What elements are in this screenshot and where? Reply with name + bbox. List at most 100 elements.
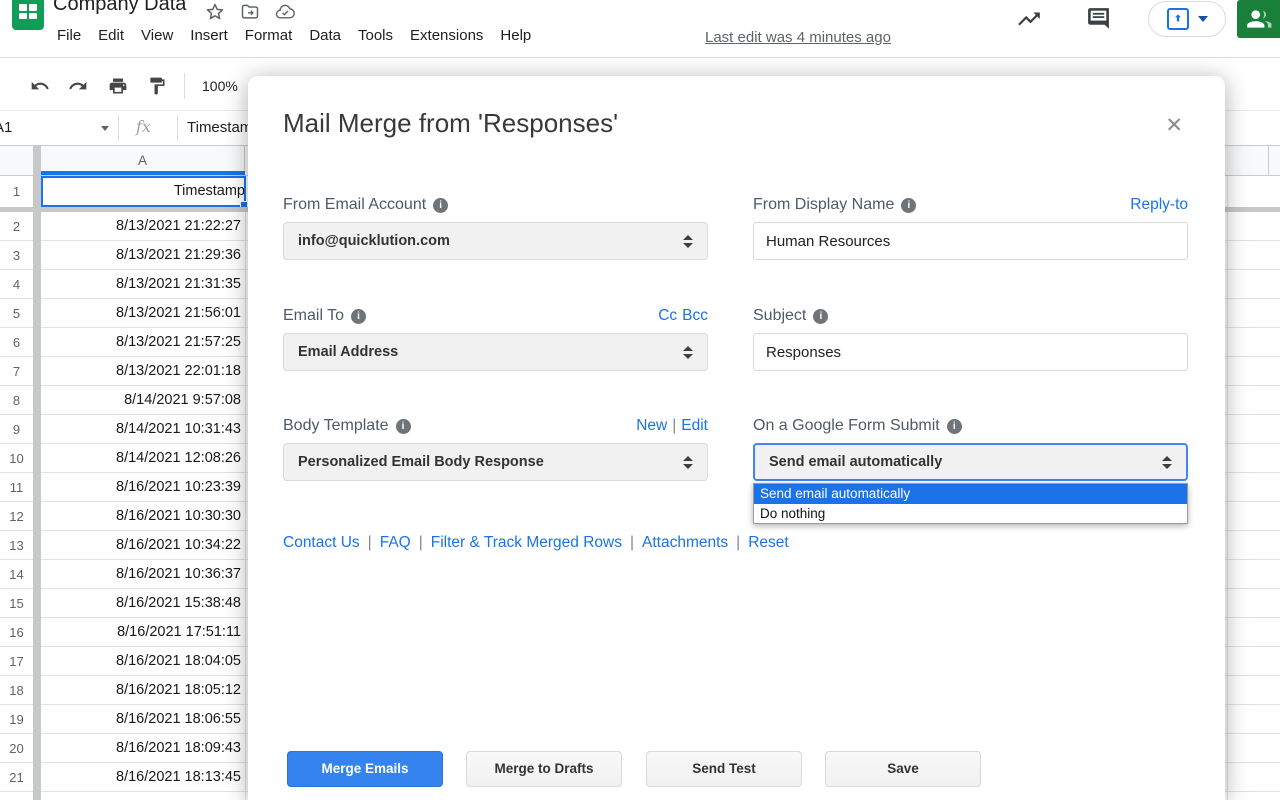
- timestamp-cell[interactable]: 8/14/2021 10:31:43: [41, 415, 241, 444]
- comment-icon[interactable]: [1086, 6, 1111, 31]
- send-test-button[interactable]: Send Test: [646, 751, 802, 787]
- dropdown-option-do-nothing[interactable]: Do nothing: [754, 504, 1187, 524]
- timestamp-cell[interactable]: 8/16/2021 15:38:48: [41, 589, 241, 618]
- merge-to-drafts-button[interactable]: Merge to Drafts: [466, 751, 622, 787]
- paint-format-icon[interactable]: [147, 76, 167, 96]
- row-number[interactable]: 11: [0, 473, 33, 501]
- people-icon: [1246, 6, 1272, 32]
- timestamp-cell[interactable]: 8/13/2021 21:31:35: [41, 270, 241, 299]
- select-all-corner[interactable]: [0, 146, 33, 176]
- row-number[interactable]: 6: [0, 328, 33, 356]
- info-icon[interactable]: i: [901, 198, 916, 213]
- row-number[interactable]: 9: [0, 415, 33, 443]
- name-box[interactable]: A1: [0, 119, 12, 136]
- menu-file[interactable]: File: [57, 27, 81, 44]
- name-box-caret-icon[interactable]: [101, 126, 109, 131]
- dialog-title: Mail Merge from 'Responses': [283, 108, 618, 139]
- timestamp-cell[interactable]: 8/13/2021 21:22:27: [41, 212, 241, 241]
- merge-emails-button[interactable]: Merge Emails: [287, 751, 443, 787]
- menu-extensions[interactable]: Extensions: [410, 27, 483, 44]
- row-number[interactable]: 5: [0, 299, 33, 327]
- timestamp-cell[interactable]: 8/13/2021 21:29:36: [41, 241, 241, 270]
- row-number[interactable]: 12: [0, 502, 33, 530]
- timestamp-cell[interactable]: 8/13/2021 21:56:01: [41, 299, 241, 328]
- row-number[interactable]: 18: [0, 676, 33, 704]
- row-number[interactable]: 10: [0, 444, 33, 472]
- timestamp-cell[interactable]: 8/13/2021 22:01:18: [41, 357, 241, 386]
- menu-insert[interactable]: Insert: [190, 27, 228, 44]
- subject-input[interactable]: [753, 333, 1188, 371]
- edit-template-link[interactable]: Edit: [681, 417, 708, 435]
- menu-help[interactable]: Help: [500, 27, 531, 44]
- timestamp-cell[interactable]: 8/14/2021 12:08:26: [41, 444, 241, 473]
- new-template-link[interactable]: New: [636, 417, 667, 435]
- row-number[interactable]: 16: [0, 618, 33, 646]
- share-button[interactable]: [1148, 1, 1226, 37]
- menu-format[interactable]: Format: [245, 27, 293, 44]
- row-number[interactable]: 17: [0, 647, 33, 675]
- timestamp-cell[interactable]: 8/16/2021 10:23:39: [41, 473, 241, 502]
- undo-icon[interactable]: [30, 76, 50, 96]
- row-number[interactable]: 19: [0, 705, 33, 733]
- timestamp-cell[interactable]: 8/16/2021 10:34:22: [41, 531, 241, 560]
- row-number[interactable]: 8: [0, 386, 33, 414]
- timestamp-cell[interactable]: 8/16/2021 10:30:30: [41, 502, 241, 531]
- row-number[interactable]: 3: [0, 241, 33, 269]
- document-title[interactable]: Company Data: [53, 0, 186, 16]
- info-icon[interactable]: i: [351, 309, 366, 324]
- print-icon[interactable]: [108, 76, 128, 96]
- email-to-select[interactable]: Email Address: [283, 333, 708, 371]
- dropdown-option-send-automatically[interactable]: Send email automatically: [754, 484, 1187, 504]
- bcc-link[interactable]: Bcc: [682, 307, 708, 325]
- timestamp-cell[interactable]: 8/16/2021 18:13:45: [41, 763, 241, 792]
- row-number[interactable]: 13: [0, 531, 33, 559]
- timestamp-cell[interactable]: 8/13/2021 21:57:25: [41, 328, 241, 357]
- move-folder-icon[interactable]: [240, 2, 260, 22]
- cc-link[interactable]: Cc: [658, 307, 677, 325]
- row-number[interactable]: 7: [0, 357, 33, 385]
- footer-link-contact-us[interactable]: Contact Us: [283, 534, 360, 552]
- timestamp-cell[interactable]: 8/16/2021 18:04:05: [41, 647, 241, 676]
- row-number[interactable]: 4: [0, 270, 33, 298]
- footer-link-filter-track-merged-rows[interactable]: Filter & Track Merged Rows: [431, 534, 622, 552]
- row-number[interactable]: 21: [0, 763, 33, 791]
- menu-data[interactable]: Data: [309, 27, 341, 44]
- menu-tools[interactable]: Tools: [358, 27, 393, 44]
- frozen-column-divider[interactable]: [33, 146, 41, 800]
- row-number[interactable]: 14: [0, 560, 33, 588]
- info-icon[interactable]: i: [947, 419, 962, 434]
- info-icon[interactable]: i: [396, 419, 411, 434]
- timestamp-cell[interactable]: 8/16/2021 17:51:11: [41, 618, 241, 647]
- star-icon[interactable]: [205, 2, 225, 22]
- zoom-control[interactable]: 100%: [202, 78, 238, 94]
- redo-icon[interactable]: [68, 76, 88, 96]
- row-number[interactable]: 20: [0, 734, 33, 762]
- menu-edit[interactable]: Edit: [98, 27, 124, 44]
- timestamp-cell[interactable]: 8/16/2021 10:36:37: [41, 560, 241, 589]
- body-template-select[interactable]: Personalized Email Body Response: [283, 443, 708, 481]
- footer-link-reset[interactable]: Reset: [748, 534, 789, 552]
- reply-to-link[interactable]: Reply-to: [1130, 196, 1188, 214]
- account-avatar[interactable]: [1237, 0, 1280, 38]
- menu-view[interactable]: View: [141, 27, 173, 44]
- last-edit-link[interactable]: Last edit was 4 minutes ago: [705, 29, 891, 46]
- footer-link-faq[interactable]: FAQ: [380, 534, 411, 552]
- cloud-saved-icon[interactable]: [274, 2, 296, 22]
- timestamp-cell[interactable]: 8/16/2021 18:05:12: [41, 676, 241, 705]
- timestamp-cell[interactable]: 8/14/2021 9:57:08: [41, 386, 241, 415]
- row-number[interactable]: 15: [0, 589, 33, 617]
- sheets-logo-icon[interactable]: [12, 0, 44, 30]
- insights-icon[interactable]: [1016, 6, 1042, 32]
- info-icon[interactable]: i: [813, 309, 828, 324]
- from-display-input[interactable]: [753, 222, 1188, 260]
- timestamp-cell[interactable]: 8/16/2021 18:06:55: [41, 705, 241, 734]
- footer-link-attachments[interactable]: Attachments: [642, 534, 728, 552]
- row-number[interactable]: 2: [0, 212, 33, 240]
- close-icon[interactable]: ✕: [1165, 113, 1183, 138]
- info-icon[interactable]: i: [433, 198, 448, 213]
- timestamp-cell[interactable]: 8/16/2021 18:09:43: [41, 734, 241, 763]
- from-email-select[interactable]: info@quicklution.com: [283, 222, 708, 260]
- form-submit-select[interactable]: Send email automatically: [753, 443, 1188, 481]
- row-number[interactable]: 1: [0, 176, 33, 207]
- save-button[interactable]: Save: [825, 751, 981, 787]
